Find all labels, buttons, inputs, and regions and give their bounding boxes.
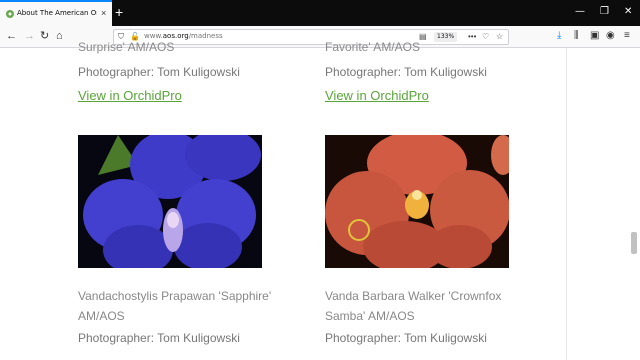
- orchid-photo-sapphire[interactable]: [78, 135, 262, 268]
- orchid-photo-crownfox-samba[interactable]: [325, 135, 509, 268]
- tab-close-icon[interactable]: ×: [101, 8, 106, 18]
- orchid-name-line1: Vanda Barbara Walker 'Crownfox: [325, 289, 502, 303]
- page-scrollbar[interactable]: [631, 232, 637, 254]
- orchid-name-cut: Surprise' AM/AOS: [78, 40, 175, 54]
- view-in-orchidpro-link[interactable]: View in OrchidPro: [78, 88, 182, 103]
- tab-aos[interactable]: About The American Orchid Society ×: [0, 0, 112, 26]
- page-actions-icon[interactable]: •••: [468, 32, 476, 42]
- account-icon[interactable]: ◉: [606, 29, 615, 43]
- downloads-icon[interactable]: ⤓: [557, 29, 561, 43]
- cursor-highlight: [348, 219, 370, 241]
- content-divider: [566, 48, 567, 360]
- orchid-name: Vanda Barbara Walker 'Crownfox Samba' AM…: [325, 286, 525, 326]
- url-text[interactable]: www.aos.org/madness: [144, 32, 223, 40]
- view-in-orchidpro-link[interactable]: View in OrchidPro: [325, 88, 429, 103]
- library-icon[interactable]: ⫼: [574, 29, 579, 43]
- photographer-credit: Photographer: Tom Kuligowski: [78, 65, 240, 79]
- close-window-icon[interactable]: ✕: [624, 6, 632, 17]
- back-arrow-icon[interactable]: ←: [6, 29, 17, 43]
- tab-bar: About The American Orchid Society × + — …: [0, 0, 640, 26]
- minimize-icon[interactable]: —: [575, 6, 585, 17]
- orchid-flower-image: [325, 135, 509, 268]
- orchid-name-line2: AM/AOS: [78, 309, 125, 323]
- restore-icon[interactable]: ❐: [600, 6, 609, 17]
- tab-title: About The American Orchid Society: [17, 9, 97, 17]
- new-tab-button[interactable]: +: [115, 3, 123, 21]
- page-content: Surprise' AM/AOS Photographer: Tom Kulig…: [0, 40, 640, 360]
- zoom-level[interactable]: 133%: [434, 32, 458, 42]
- orchid-name-cut: Favorite' AM/AOS: [325, 40, 420, 54]
- photographer-credit: Photographer: Tom Kuligowski: [325, 331, 487, 345]
- orchid-favicon-icon: [6, 10, 14, 18]
- orchid-name-line1: Vandachostylis Prapawan 'Sapphire': [78, 289, 272, 303]
- bookmark-star-icon[interactable]: ☆: [496, 32, 503, 42]
- pocket-icon[interactable]: ♡: [482, 32, 489, 42]
- reload-icon[interactable]: ↻: [40, 29, 49, 43]
- reader-view-icon[interactable]: ▤: [419, 32, 427, 42]
- orchid-name: Vandachostylis Prapawan 'Sapphire' AM/AO…: [78, 286, 278, 326]
- photographer-credit: Photographer: Tom Kuligowski: [78, 331, 240, 345]
- sidebar-icon[interactable]: ▣: [590, 29, 599, 43]
- home-icon[interactable]: ⌂: [56, 29, 63, 43]
- photographer-credit: Photographer: Tom Kuligowski: [325, 65, 487, 79]
- orchid-flower-image: [78, 135, 262, 268]
- orchid-name-line2: Samba' AM/AOS: [325, 309, 415, 323]
- forward-arrow-icon[interactable]: →: [24, 29, 35, 43]
- menu-icon[interactable]: ≡: [624, 29, 630, 43]
